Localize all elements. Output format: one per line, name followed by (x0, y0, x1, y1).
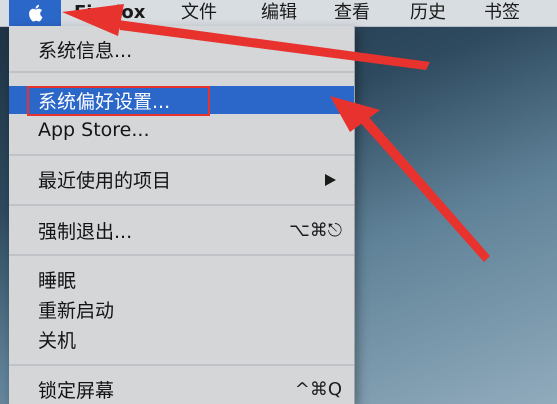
menu-item-label: 锁定屏幕 (38, 379, 115, 402)
menu-item-label: 关机 (38, 329, 77, 352)
apple-menu-button[interactable] (9, 0, 61, 26)
keyboard-shortcut: ⌥⌘⎋ (289, 219, 342, 241)
menu-item-force-quit[interactable]: 强制退出... ⌥⌘⎋ (9, 216, 354, 244)
menu-bar: Firefox 文件 编辑 查看 历史 书签 (0, 0, 557, 27)
menubar-item-history[interactable]: 历史 (410, 0, 446, 26)
menu-item-restart[interactable]: 重新启动 (9, 295, 354, 323)
menu-item-label: 睡眠 (38, 269, 77, 292)
menu-item-label: 系统信息... (38, 39, 133, 62)
menu-separator (9, 154, 354, 156)
menubar-item-bookmarks[interactable]: 书签 (484, 0, 520, 26)
menu-item-app-store[interactable]: App Store... (9, 116, 354, 144)
annotation-highlight-box (27, 86, 210, 116)
menu-item-lock-screen[interactable]: 锁定屏幕 ^⌘Q (9, 375, 354, 403)
menu-item-label: 最近使用的项目 (38, 169, 172, 192)
menu-separator (9, 364, 354, 366)
menu-item-sleep[interactable]: 睡眠 (9, 265, 354, 293)
menu-separator (9, 71, 354, 73)
menubar-item-view[interactable]: 查看 (334, 0, 370, 26)
menu-item-shut-down[interactable]: 关机 (9, 325, 354, 353)
apple-logo-icon (29, 4, 43, 22)
menubar-app-name[interactable]: Firefox (74, 0, 145, 26)
menu-item-about-this-mac[interactable]: 系统信息... (9, 35, 354, 63)
menu-item-label: 强制退出... (38, 220, 133, 243)
menu-item-label: 重新启动 (38, 299, 115, 322)
chevron-right-icon (325, 174, 336, 186)
menu-item-label: App Store... (38, 119, 150, 141)
menubar-item-file[interactable]: 文件 (181, 0, 217, 26)
apple-dropdown-menu: 系统信息... 系统偏好设置... App Store... 最近使用的项目 强… (9, 26, 355, 404)
keyboard-shortcut: ^⌘Q (294, 378, 342, 400)
menubar-item-edit[interactable]: 编辑 (261, 0, 297, 26)
menu-item-recent-items[interactable]: 最近使用的项目 (9, 165, 354, 193)
menu-separator (9, 204, 354, 206)
menu-separator (9, 254, 354, 256)
